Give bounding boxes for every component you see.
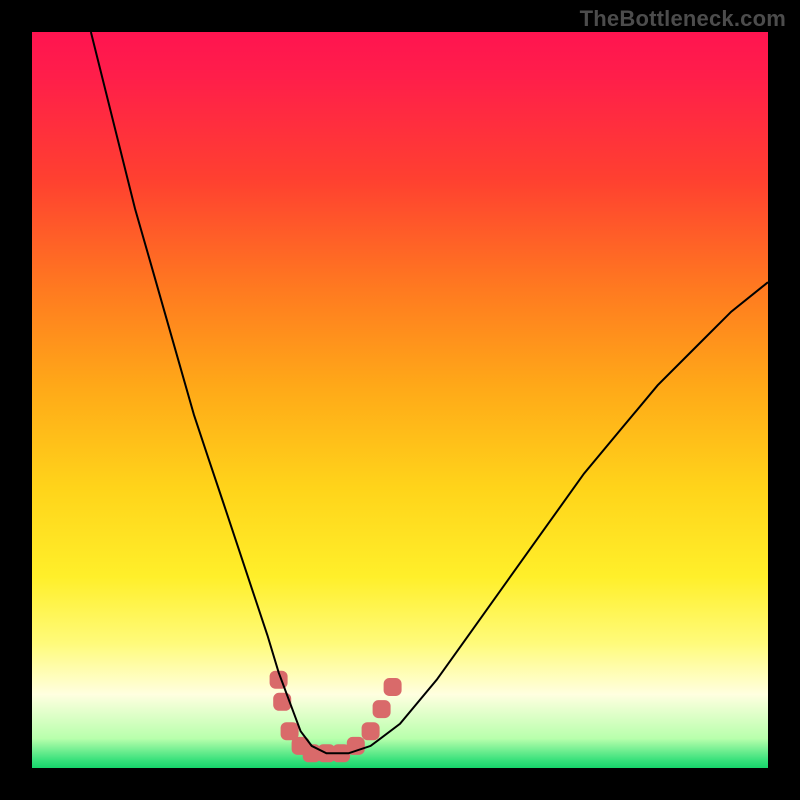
- marker: [362, 722, 380, 740]
- data-markers: [270, 671, 402, 763]
- marker: [273, 693, 291, 711]
- marker: [384, 678, 402, 696]
- watermark-text: TheBottleneck.com: [580, 6, 786, 32]
- curve-svg: [32, 32, 768, 768]
- chart-frame: TheBottleneck.com: [0, 0, 800, 800]
- plot-area: [32, 32, 768, 768]
- bottleneck-curve: [91, 32, 768, 753]
- marker: [373, 700, 391, 718]
